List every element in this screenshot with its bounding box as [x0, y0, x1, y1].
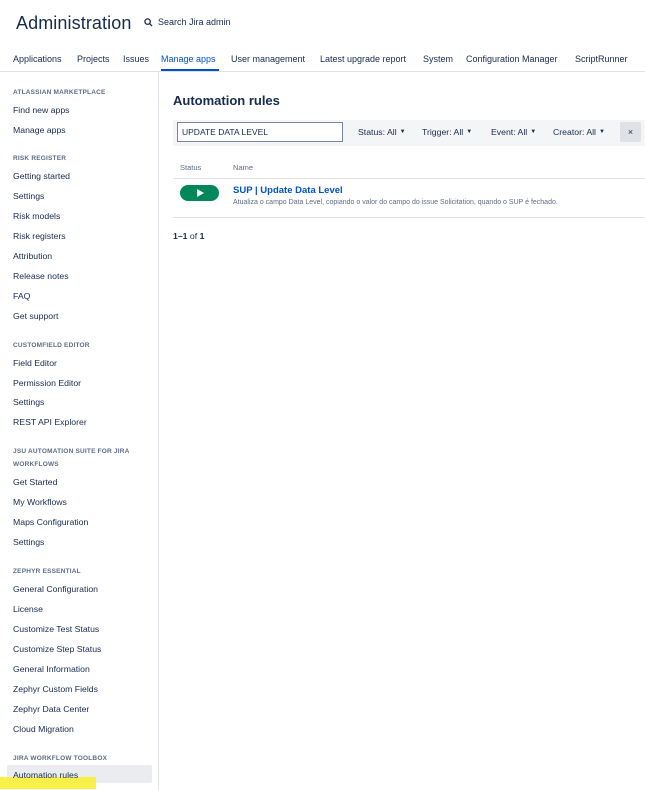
sidebar-item-field-editor[interactable]: Field Editor [13, 358, 57, 368]
sidebar-item-cloud-migration[interactable]: Cloud Migration [13, 724, 74, 734]
rule-search-input[interactable] [177, 122, 343, 142]
sidebar-item-general-information[interactable]: General Information [13, 664, 90, 674]
sidebar-item-release-notes[interactable]: Release notes [13, 271, 69, 281]
sidebar-item-license[interactable]: License [13, 604, 43, 614]
pagination-total: 1 [199, 231, 205, 241]
creator-filter-label: Creator: All [553, 127, 596, 137]
clear-filters-button[interactable]: × [620, 122, 641, 142]
main-title: Automation rules [173, 93, 280, 108]
status-filter-label: Status: All [358, 127, 397, 137]
admin-tabs: Applications Projects Issues Manage apps… [0, 50, 645, 72]
chevron-down-icon: ▼ [399, 129, 406, 135]
sidebar-item-rest-api-explorer[interactable]: REST API Explorer [13, 417, 87, 427]
tab-manage-apps[interactable]: Manage apps [161, 54, 216, 64]
close-icon: × [627, 127, 634, 137]
sidebar-section-risk-register: RISK REGISTER [13, 155, 67, 162]
sidebar-item-find-new-apps[interactable]: Find new apps [13, 105, 70, 115]
tab-system[interactable]: System [423, 54, 453, 64]
event-filter-label: Event: All [491, 127, 528, 137]
row-divider [173, 217, 645, 218]
tab-latest-upgrade-report[interactable]: Latest upgrade report [320, 54, 406, 64]
rule-description: Atualiza o campo Data Level, copiando o … [233, 199, 558, 206]
sidebar-item-automation-rules[interactable]: Automation rules [13, 770, 78, 780]
trigger-filter-label: Trigger: All [422, 127, 464, 137]
sidebar-item-risk-settings[interactable]: Settings [13, 191, 44, 201]
sidebar-item-general-configuration[interactable]: General Configuration [13, 584, 98, 594]
sidebar-item-get-support[interactable]: Get support [13, 311, 58, 321]
play-icon [196, 189, 204, 197]
sidebar-item-permission-editor[interactable]: Permission Editor [13, 378, 81, 388]
column-header-name: Name [233, 163, 254, 172]
tab-projects[interactable]: Projects [77, 54, 110, 64]
sidebar-item-faq[interactable]: FAQ [13, 291, 30, 301]
sidebar-item-my-workflows[interactable]: My Workflows [13, 497, 67, 507]
filter-bar: Status: All ▼ Trigger: All ▼ Event: All … [173, 120, 645, 146]
event-filter-dropdown[interactable]: Event: All ▼ [491, 127, 536, 137]
column-header-status: Status [180, 163, 202, 172]
active-tab-indicator [161, 69, 219, 71]
rule-enabled-toggle[interactable] [180, 185, 219, 201]
search-icon [144, 17, 153, 27]
chevron-down-icon: ▼ [466, 129, 473, 135]
sidebar-section-jsu-automation-suite: JSU AUTOMATION SUITE FOR JIRA WORKFLOWS [13, 448, 130, 468]
trigger-filter-dropdown[interactable]: Trigger: All ▼ [422, 127, 472, 137]
sidebar-item-customfield-settings[interactable]: Settings [13, 397, 44, 407]
sidebar-item-jsu-settings[interactable]: Settings [13, 537, 44, 547]
tab-user-management[interactable]: User management [231, 54, 305, 64]
pagination: 1–1 of 1 [173, 231, 204, 241]
chevron-down-icon: ▼ [598, 129, 605, 135]
header-divider [173, 178, 645, 179]
tab-configuration-manager[interactable]: Configuration Manager [466, 54, 558, 64]
admin-header: Administration Search Jira admin [0, 0, 645, 48]
pagination-of: of [189, 231, 198, 241]
creator-filter-dropdown[interactable]: Creator: All ▼ [553, 127, 605, 137]
admin-search[interactable]: Search Jira admin [144, 17, 231, 27]
sidebar: ATLASSIAN MARKETPLACE Find new apps Mana… [0, 72, 159, 790]
sidebar-item-manage-apps[interactable]: Manage apps [13, 125, 66, 135]
sidebar-item-risk-models[interactable]: Risk models [13, 211, 60, 221]
tab-applications[interactable]: Applications [13, 54, 62, 64]
sidebar-section-customfield-editor: CUSTOMFIELD EDITOR [13, 342, 90, 349]
pagination-range: 1–1 [173, 231, 188, 241]
page-title: Administration [16, 13, 132, 33]
sidebar-item-risk-registers[interactable]: Risk registers [13, 231, 66, 241]
tab-scriptrunner[interactable]: ScriptRunner [575, 54, 628, 64]
chevron-down-icon: ▼ [530, 129, 537, 135]
sidebar-item-getting-started[interactable]: Getting started [13, 171, 70, 181]
sidebar-section-zephyr-essential: ZEPHYR ESSENTIAL [13, 568, 81, 575]
sidebar-section-jira-workflow-toolbox: JIRA WORKFLOW TOOLBOX [13, 755, 108, 762]
sidebar-item-maps-configuration[interactable]: Maps Configuration [13, 517, 88, 527]
sidebar-item-attribution[interactable]: Attribution [13, 251, 52, 261]
tab-issues[interactable]: Issues [123, 54, 149, 64]
sidebar-item-zephyr-custom-fields[interactable]: Zephyr Custom Fields [13, 684, 98, 694]
sidebar-item-customize-test-status[interactable]: Customize Test Status [13, 624, 99, 634]
sidebar-section-atlassian-marketplace: ATLASSIAN MARKETPLACE [13, 89, 106, 96]
status-filter-dropdown[interactable]: Status: All ▼ [358, 127, 406, 137]
sidebar-item-get-started[interactable]: Get Started [13, 477, 57, 487]
sidebar-item-zephyr-data-center[interactable]: Zephyr Data Center [13, 704, 89, 714]
sidebar-item-customize-step-status[interactable]: Customize Step Status [13, 644, 101, 654]
rule-name-link[interactable]: SUP | Update Data Level [233, 185, 343, 196]
search-label: Search Jira admin [158, 17, 231, 27]
